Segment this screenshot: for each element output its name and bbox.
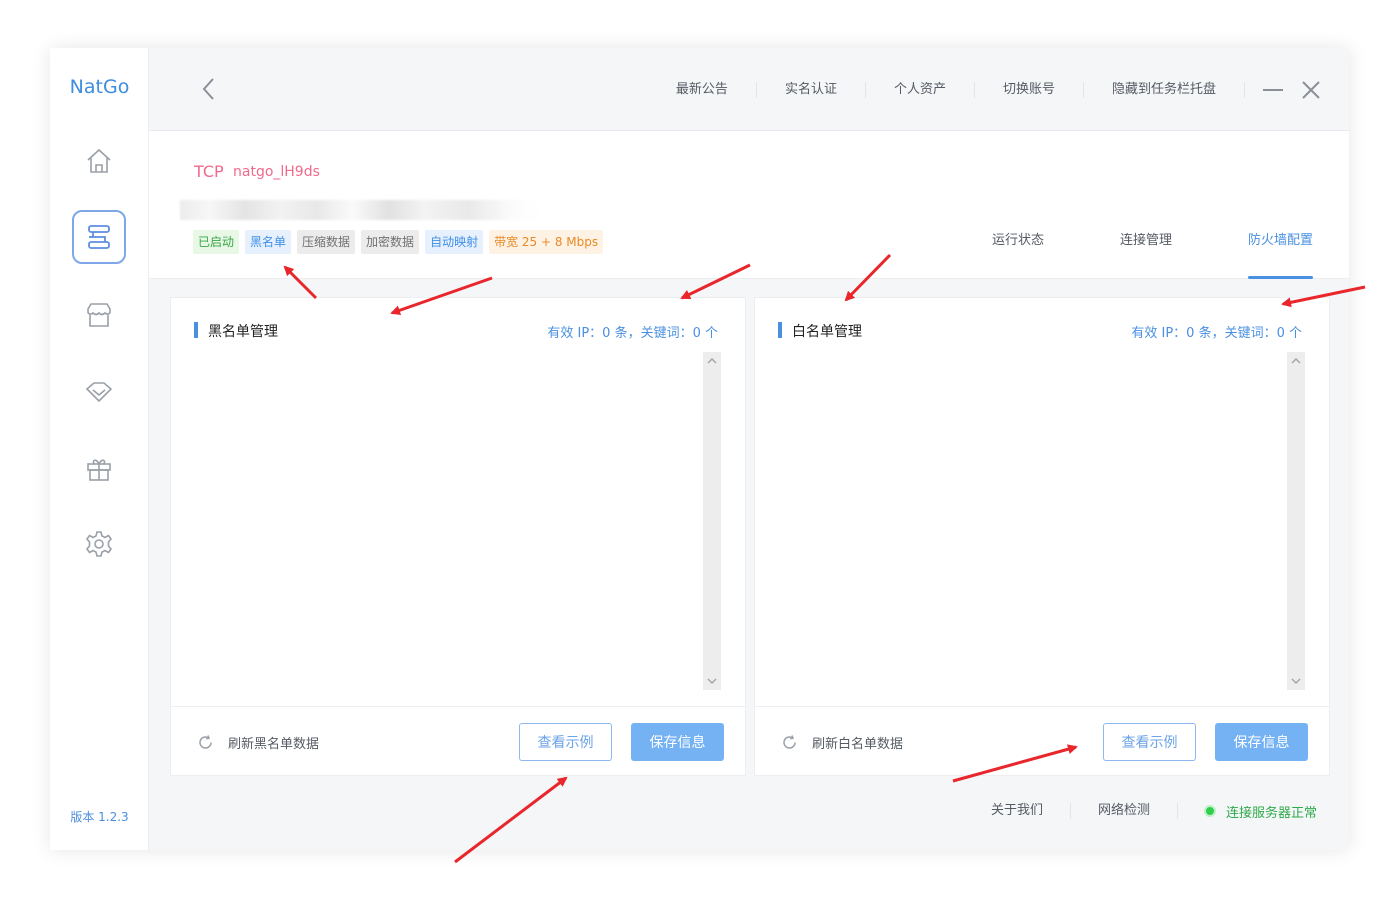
redacted-address [180,200,540,220]
whitelist-stats: 有效 IP：0 条，关键词：0 个 [1131,326,1302,341]
tunnel-tabs: 运行状态 连接管理 防火墙配置 [916,219,1314,279]
whitelist-save-button[interactable]: 保存信息 [1215,723,1308,761]
close-button[interactable] [1297,76,1325,104]
nav-assets[interactable]: 个人资产 [866,81,975,98]
whitelist-refresh-button[interactable]: 刷新白名单数据 [781,733,903,752]
blacklist-save-button[interactable]: 保存信息 [631,723,724,761]
sidebar-item-store[interactable] [72,288,126,342]
whitelist-textarea[interactable] [769,352,1304,690]
home-icon [87,148,111,173]
diamond-icon [85,382,113,403]
version-label: 版本 1.2.3 [70,810,129,824]
nav-hide-to-tray[interactable]: 隐藏到任务栏托盘 [1084,81,1245,98]
whitelist-panel: 白名单管理 有效 IP：0 条，关键词：0 个 刷新白名单数据 查看示例 保存信… [754,297,1330,776]
sidebar: NatGo 版本 1.2.3 [50,48,149,850]
blacklist-textarea[interactable] [185,352,720,690]
blacklist-panel: 黑名单管理 有效 IP：0 条，关键词：0 个 刷新黑名单数据 查看示例 保存信… [170,297,746,776]
scroll-up-button[interactable] [1287,352,1305,370]
chevron-down-icon [707,678,717,684]
scroll-down-button[interactable] [1287,672,1305,690]
whitelist-scrollbar[interactable] [1287,352,1305,690]
whitelist-title: 白名单管理 [778,321,862,341]
app-logo: NatGo [69,76,130,98]
tab-firewall[interactable]: 防火墙配置 [1247,219,1314,279]
scroll-down-button[interactable] [703,672,721,690]
minimize-icon [1263,88,1283,91]
tab-connections[interactable]: 连接管理 [1120,219,1172,279]
network-check-link[interactable]: 网络检测 [1071,803,1178,819]
chevron-up-icon [707,358,717,364]
tunnel-icon [88,225,110,249]
tag-auto-map: 自动映射 [425,230,484,254]
top-nav: 最新公告 实名认证 个人资产 切换账号 隐藏到任务栏托盘 [648,48,1349,131]
blacklist-example-button[interactable]: 查看示例 [519,723,612,761]
whitelist-footer: 刷新白名单数据 查看示例 保存信息 [755,706,1329,776]
whitelist-refresh-label: 刷新白名单数据 [812,737,904,752]
tunnel-header: TCP natgo_lH9ds 已启动 黑名单 压缩数据 加密数据 自动映射 带… [149,131,1349,279]
close-icon [1302,80,1320,99]
blacklist-scrollbar[interactable] [703,352,721,690]
nav-real-name[interactable]: 实名认证 [757,81,866,98]
tag-bandwidth: 带宽 25 + 8 Mbps [489,230,604,254]
connection-status-label: 连接服务器正常 [1225,805,1317,821]
tab-run-status[interactable]: 运行状态 [992,219,1044,279]
sidebar-item-tunnels[interactable] [72,210,126,264]
store-icon [87,303,111,327]
app-window: NatGo 版本 1.2.3 最新公告 实名认证 个人资产 切换账号 隐藏到任务… [50,48,1349,850]
tag-started: 已启动 [193,230,240,254]
sidebar-item-settings[interactable] [72,517,126,571]
nav-switch-account[interactable]: 切换账号 [975,81,1084,98]
sidebar-item-home[interactable] [72,134,126,188]
tag-blacklist: 黑名单 [245,230,292,254]
gift-icon [87,459,111,481]
chevron-left-icon [202,78,214,100]
blacklist-title: 黑名单管理 [194,321,278,341]
blacklist-refresh-label: 刷新黑名单数据 [228,737,320,752]
topbar: 最新公告 实名认证 个人资产 切换账号 隐藏到任务栏托盘 [149,48,1349,131]
minimize-button[interactable] [1259,76,1287,104]
tag-encrypt: 加密数据 [361,230,420,254]
blacklist-refresh-button[interactable]: 刷新黑名单数据 [197,733,319,752]
blacklist-footer: 刷新黑名单数据 查看示例 保存信息 [171,706,745,776]
tunnel-tags: 已启动 黑名单 压缩数据 加密数据 自动映射 带宽 25 + 8 Mbps [193,230,604,254]
whitelist-example-button[interactable]: 查看示例 [1103,723,1196,761]
connection-status: 连接服务器正常 [1178,802,1317,821]
tunnel-name: natgo_lH9ds [233,164,320,180]
about-link[interactable]: 关于我们 [964,803,1071,819]
blacklist-stats: 有效 IP：0 条，关键词：0 个 [547,326,718,341]
chevron-down-icon [1291,678,1301,684]
scroll-up-button[interactable] [703,352,721,370]
sidebar-item-gift[interactable] [72,442,126,496]
refresh-icon [783,735,796,749]
nav-announcements[interactable]: 最新公告 [648,81,757,98]
refresh-icon [199,735,212,749]
tunnel-protocol: TCP [194,162,224,181]
tag-compress: 压缩数据 [297,230,356,254]
settings-icon [85,531,113,557]
chevron-up-icon [1291,358,1301,364]
back-button[interactable] [199,76,219,102]
status-footer: 关于我们 网络检测 连接服务器正常 [149,796,1349,826]
sidebar-item-vip[interactable] [72,364,126,418]
status-dot-icon [1203,805,1216,817]
